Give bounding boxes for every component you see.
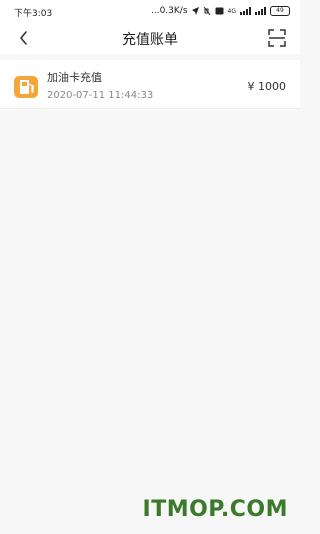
bill-list: 加油卡充值 2020-07-11 11:44:33 ¥ 1000 — [0, 60, 300, 109]
page-title: 充值账单 — [122, 32, 178, 48]
scan-button[interactable] — [266, 27, 288, 49]
watermark-logo: ITMOP.COM — [142, 497, 288, 522]
status-time: 下午3:03 — [14, 9, 53, 19]
network-speed: ...0.3K/s — [151, 6, 188, 16]
app-header: 充值账单 — [0, 22, 300, 54]
fuel-card-icon — [14, 76, 38, 98]
bill-amount: ¥ 1000 — [247, 80, 287, 93]
signal-icon-2 — [255, 7, 266, 15]
status-icons: ...0.3K/s 4G 49 — [151, 6, 290, 16]
signal-icon — [240, 7, 251, 15]
location-icon — [191, 7, 199, 15]
network-label: 4G — [227, 7, 236, 15]
battery-icon: 49 — [270, 6, 290, 16]
scan-icon — [268, 29, 286, 47]
status-bar: 下午3:03 ...0.3K/s 4G 49 — [0, 0, 300, 22]
mute-icon — [203, 7, 210, 15]
bill-time: 2020-07-11 11:44:33 — [47, 90, 154, 101]
list-item[interactable]: 加油卡充值 2020-07-11 11:44:33 ¥ 1000 — [0, 60, 300, 109]
hd-icon — [215, 7, 224, 15]
bill-name: 加油卡充值 — [47, 71, 102, 84]
